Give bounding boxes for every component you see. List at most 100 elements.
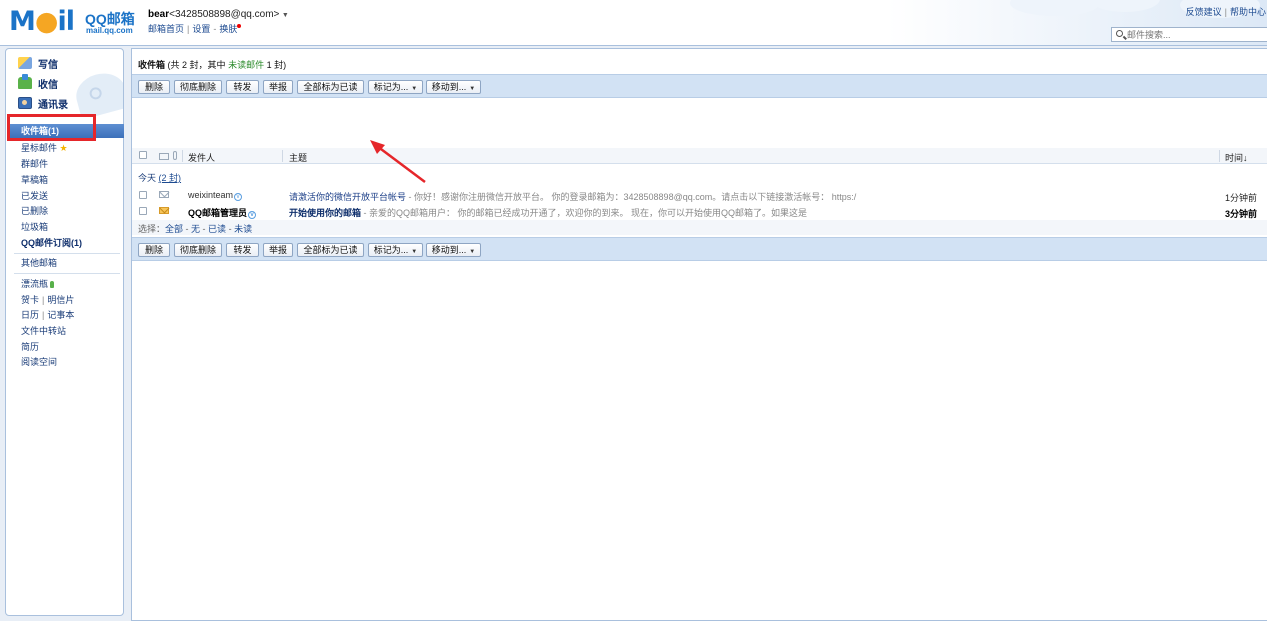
title-summary-prefix: (共 2 封，其中 xyxy=(167,60,226,70)
folder-subscription[interactable]: QQ邮件订阅(1) xyxy=(21,237,82,249)
sidebar-divider xyxy=(14,253,120,254)
row-sender-name: QQ邮箱管理员 xyxy=(188,208,248,218)
mascot-decoration xyxy=(71,68,123,117)
sidebar: 写信 收信 通讯录 收件箱(1) 星标邮件 ★ 群邮件 草稿箱 已发送 已删除 … xyxy=(5,48,124,616)
folder-drafts[interactable]: 草稿箱 xyxy=(21,174,48,186)
compose-label: 写信 xyxy=(38,59,58,71)
link-settings[interactable]: 设置 xyxy=(192,24,210,34)
app-postcard[interactable]: 明信片 xyxy=(47,295,74,305)
select-none-link[interactable]: 无 xyxy=(191,224,200,234)
table-row[interactable]: QQ邮箱管理员 v 开始使用你的邮箱 - 亲爱的QQ邮箱用户： 你的邮箱已经成功开… xyxy=(132,204,1267,219)
top-header: M●il QQ邮箱 mail.qq.com bear<3428508898@qq… xyxy=(0,0,1267,46)
column-divider xyxy=(1219,150,1220,162)
app-reading[interactable]: 阅读空间 xyxy=(21,356,57,368)
row-time: 3分钟前 xyxy=(1225,209,1258,219)
sidebar-divider xyxy=(14,273,120,274)
group-count-link[interactable]: (2 封) xyxy=(159,173,182,183)
report-button[interactable]: 举报 xyxy=(263,80,293,94)
forward-button[interactable]: 转发 xyxy=(226,80,259,94)
contacts-button[interactable]: 通讯录 xyxy=(18,95,68,111)
move-to-label: 移动到... xyxy=(431,82,467,92)
new-dot-icon xyxy=(237,24,242,28)
move-to-dropdown[interactable]: 移动到... ▼ xyxy=(426,80,481,94)
delete-forever-button[interactable]: 彻底删除 xyxy=(174,243,222,257)
toolbar-bottom: 删除 彻底删除 转发 举报 全部标为已读 标记为... ▼ 移动到... ▼ xyxy=(132,237,1267,261)
row-sender-name: weixinteam xyxy=(188,190,234,200)
sidebar-actions: 写信 收信 通讯录 xyxy=(6,49,123,117)
folder-other[interactable]: 其他邮箱 xyxy=(21,257,57,269)
app-card-row: 贺卡 | 明信片 xyxy=(21,295,75,305)
mark-as-dropdown[interactable]: 标记为... ▼ xyxy=(368,243,423,257)
app-card[interactable]: 贺卡 xyxy=(21,295,39,305)
user-email: <3428508898@qq.com> xyxy=(169,9,280,20)
link-feedback[interactable]: 反馈建议 xyxy=(1186,7,1222,17)
pencil-icon xyxy=(18,57,32,69)
mark-all-read-button[interactable]: 全部标为已读 xyxy=(297,80,364,94)
title-unread-link[interactable]: 未读邮件 xyxy=(228,60,264,70)
app-bottle-label: 漂流瓶 xyxy=(21,279,49,289)
delete-button[interactable]: 删除 xyxy=(138,80,170,94)
row-checkbox[interactable] xyxy=(139,207,147,215)
app-notes[interactable]: 记事本 xyxy=(47,310,74,320)
folder-spam[interactable]: 垃圾箱 xyxy=(21,221,48,233)
row-preview: - 你好！感谢你注册微信开放平台。 你的登录邮箱为：3428508898@qq.… xyxy=(406,192,857,202)
account-info[interactable]: bear<3428508898@qq.com> ▼ xyxy=(148,9,289,20)
title-summary-suffix: 1 封) xyxy=(266,60,287,70)
app-calendar-row: 日历 | 记事本 xyxy=(21,310,75,320)
folder-inbox[interactable]: 收件箱(1) xyxy=(10,124,124,138)
row-subject[interactable]: 请激活你的微信开放平台帐号 - 你好！感谢你注册微信开放平台。 你的登录邮箱为：… xyxy=(289,190,1219,203)
receive-button[interactable]: 收信 xyxy=(18,74,58,91)
link-help[interactable]: 帮助中心 xyxy=(1230,7,1266,17)
folder-starred-label: 星标邮件 xyxy=(21,143,58,153)
star-icon: ★ xyxy=(59,143,68,153)
select-all-link[interactable]: 全部 xyxy=(165,224,183,234)
search-input[interactable] xyxy=(1127,29,1265,40)
logo-domain: mail.qq.com xyxy=(86,26,133,35)
chevron-down-icon: ▼ xyxy=(469,86,476,92)
row-preview: - 亲爱的QQ邮箱用户： 你的邮箱已经成功开通了，欢迎你的到来。 现在，你可以开… xyxy=(361,208,808,218)
main-panel: 收件箱 (共 2 封，其中 未读邮件 1 封) 删除 彻底删除 转发 举报 全部… xyxy=(131,48,1267,621)
app-file-transfer[interactable]: 文件中转站 xyxy=(21,325,66,337)
mark-as-label: 标记为... xyxy=(373,245,409,255)
receive-icon xyxy=(18,74,32,89)
move-to-dropdown[interactable]: 移动到... ▼ xyxy=(426,243,481,257)
contacts-label: 通讯录 xyxy=(38,99,68,111)
column-time[interactable]: 时间↓ xyxy=(1225,151,1248,164)
app-resume[interactable]: 简历 xyxy=(21,341,39,353)
folder-deleted[interactable]: 已删除 xyxy=(21,205,48,217)
table-row[interactable]: weixinteam v 请激活你的微信开放平台帐号 - 你好！感谢你注册微信开放… xyxy=(132,188,1267,203)
row-sender: weixinteam v xyxy=(188,190,243,201)
compose-button[interactable]: 写信 xyxy=(18,55,58,71)
link-mail-home[interactable]: 邮箱首页 xyxy=(148,24,184,34)
chevron-down-icon: ▼ xyxy=(469,249,476,255)
mark-all-read-button[interactable]: 全部标为已读 xyxy=(297,243,364,257)
folder-sent[interactable]: 已发送 xyxy=(21,190,48,202)
delete-forever-button[interactable]: 彻底删除 xyxy=(174,80,222,94)
folder-group[interactable]: 群邮件 xyxy=(21,158,48,170)
app-calendar[interactable]: 日历 xyxy=(21,310,39,320)
column-sender[interactable]: 发件人 xyxy=(188,151,215,164)
page-title: 收件箱 (共 2 封，其中 未读邮件 1 封) xyxy=(138,58,286,71)
report-button[interactable]: 举报 xyxy=(263,243,293,257)
app-bottle[interactable]: 漂流瓶 xyxy=(21,278,55,290)
group-label: 今天 xyxy=(138,173,157,183)
delete-button[interactable]: 删除 xyxy=(138,243,170,257)
contacts-icon xyxy=(18,97,32,109)
search-box[interactable] xyxy=(1111,27,1267,42)
row-subject[interactable]: 开始使用你的邮箱 - 亲爱的QQ邮箱用户： 你的邮箱已经成功开通了，欢迎你的到来… xyxy=(289,206,1219,219)
link-skin[interactable]: 换肤 xyxy=(219,24,237,34)
select-read-link[interactable]: 已读 xyxy=(208,224,226,234)
forward-button[interactable]: 转发 xyxy=(226,243,259,257)
select-unread-link[interactable]: 未读 xyxy=(234,224,252,234)
mark-as-label: 标记为... xyxy=(373,82,409,92)
select-all-checkbox[interactable] xyxy=(139,151,147,159)
row-time: 1分钟前 xyxy=(1225,193,1258,203)
folder-starred[interactable]: 星标邮件 ★ xyxy=(21,142,68,154)
mark-as-dropdown[interactable]: 标记为... ▼ xyxy=(368,80,423,94)
attachment-icon xyxy=(173,151,177,160)
title-text: 收件箱 xyxy=(138,60,166,70)
column-subject[interactable]: 主题 xyxy=(289,151,307,164)
chevron-down-icon[interactable]: ▼ xyxy=(282,12,289,19)
user-name: bear xyxy=(148,9,170,20)
row-checkbox[interactable] xyxy=(139,191,147,199)
